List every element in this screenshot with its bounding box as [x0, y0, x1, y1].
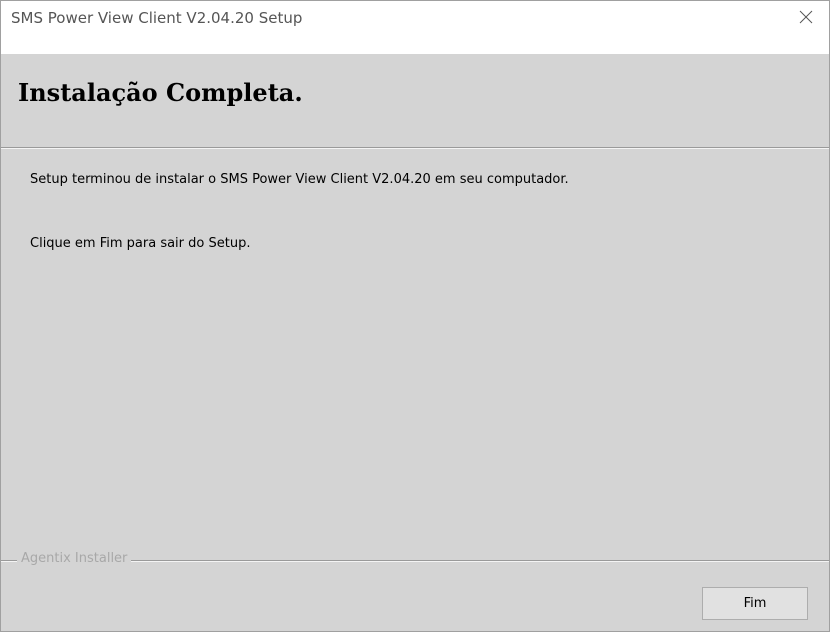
installer-brand-label: Agentix Installer [17, 551, 132, 566]
title-bar: SMS Power View Client V2.04.20 Setup [1, 1, 829, 54]
setup-window: SMS Power View Client V2.04.20 Setup Ins… [0, 0, 830, 632]
window-title: SMS Power View Client V2.04.20 Setup [11, 9, 303, 27]
header-band: Instalação Completa. [1, 54, 829, 147]
close-button[interactable] [783, 1, 829, 33]
finish-button[interactable]: Fim [702, 587, 808, 620]
completion-message: Setup terminou de instalar o SMS Power V… [30, 172, 569, 187]
page-title: Instalação Completa. [18, 78, 303, 107]
exit-instruction: Clique em Fim para sair do Setup. [30, 236, 251, 251]
close-icon [799, 10, 813, 24]
header-divider-highlight [1, 148, 829, 149]
